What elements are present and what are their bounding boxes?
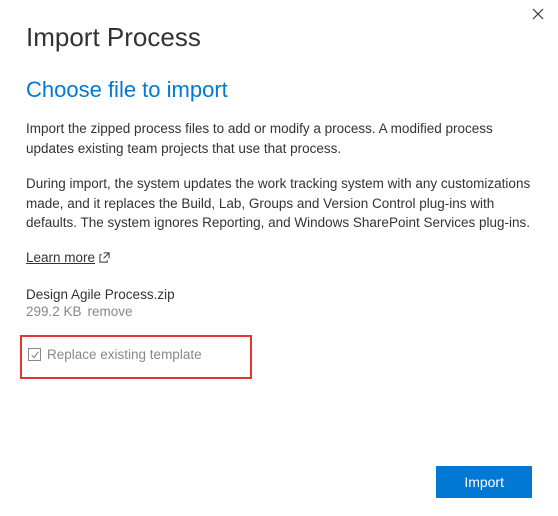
file-size: 299.2 KB	[26, 304, 82, 319]
replace-template-checkbox[interactable]	[28, 348, 41, 361]
dialog-title: Import Process	[26, 22, 532, 53]
description-2: During import, the system updates the wo…	[26, 174, 532, 233]
replace-template-row: Replace existing template	[28, 347, 202, 362]
remove-file-link[interactable]: remove	[88, 304, 133, 319]
checkmark-icon	[30, 350, 40, 360]
file-name: Design Agile Process.zip	[26, 287, 532, 302]
dialog-content: Import Process Choose file to import Imp…	[0, 0, 558, 379]
description-1: Import the zipped process files to add o…	[26, 119, 532, 158]
dialog-footer: Import	[436, 466, 532, 498]
selected-file: Design Agile Process.zip 299.2 KB remove	[26, 287, 532, 319]
section-heading: Choose file to import	[26, 77, 532, 103]
learn-more-label: Learn more	[26, 250, 95, 265]
external-link-icon	[99, 252, 110, 263]
learn-more-link[interactable]: Learn more	[26, 250, 110, 265]
close-icon	[532, 7, 544, 24]
replace-template-label: Replace existing template	[47, 347, 202, 362]
highlight-annotation: Replace existing template	[20, 335, 252, 379]
file-meta: 299.2 KB remove	[26, 304, 532, 319]
close-button[interactable]	[532, 8, 544, 24]
import-button[interactable]: Import	[436, 466, 532, 498]
